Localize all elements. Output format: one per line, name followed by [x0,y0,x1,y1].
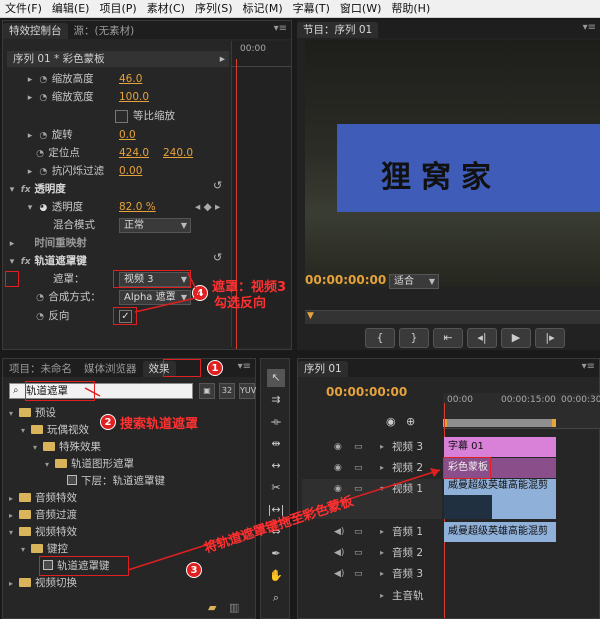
matte-pointer-line [187,272,201,298]
annotation-badge-3: 3 [186,562,202,578]
search-pointer-line [84,387,101,397]
reverse-pointer-line [134,296,201,313]
